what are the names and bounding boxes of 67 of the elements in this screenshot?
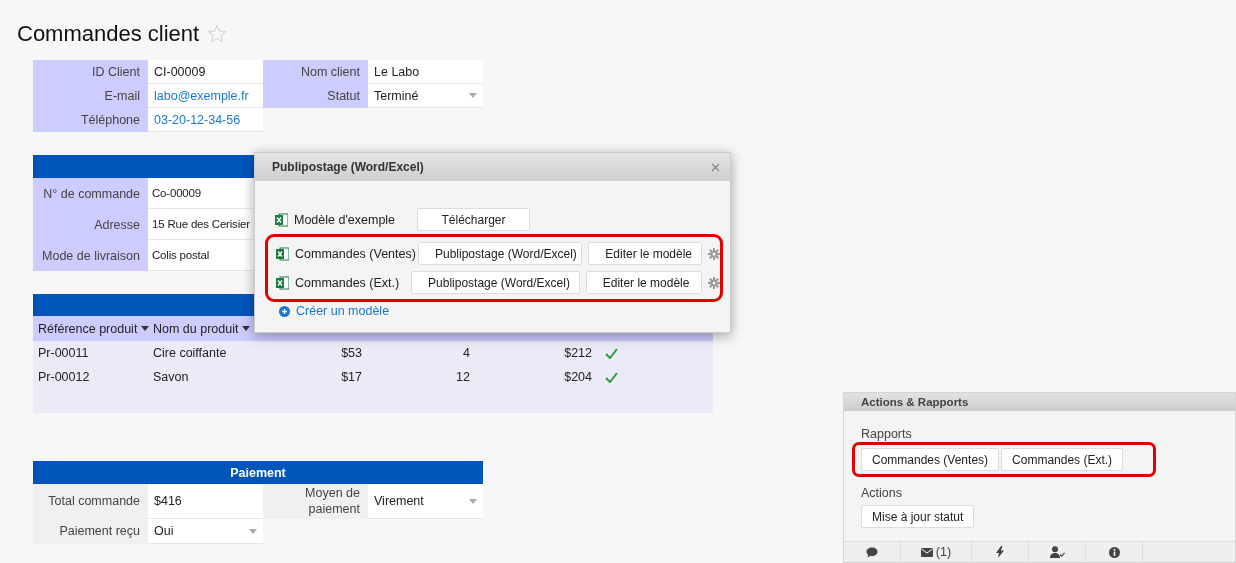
info-icon [1108,546,1120,558]
report-button[interactable]: Mise à jour statut [861,505,975,529]
panel-title: Actions & Rapports [844,393,1235,412]
section-label: Actions [861,486,902,501]
caret-icon [141,326,150,331]
dialog-title: Publipostage (Word/Excel) [272,160,424,174]
gear-icon[interactable] [708,247,720,260]
spreadsheet-icon [276,275,289,290]
table-cell-text: 4 [462,345,471,362]
report-button[interactable]: Commandes (Ventes) [861,448,1000,472]
caret-icon [469,93,477,98]
template-button[interactable]: Publipostage (Word/Excel) [418,242,583,265]
field-label: Paiement reçu [33,519,148,544]
table-cell-text: $53 [340,345,363,362]
table-cell-text: Cire coiffante [152,345,228,362]
plus-icon [279,305,290,317]
create-template-link[interactable]: Créer un modèle [296,304,390,318]
spreadsheet-icon [275,212,288,227]
table-cell-text: Pr-00012 [37,369,91,386]
field-label: Mode de livraison [33,240,148,271]
field-label: Statut [263,84,368,108]
column-header[interactable]: Nom du produit [148,316,255,341]
spreadsheet-icon [276,246,289,261]
template-button[interactable]: Télécharger [417,208,530,231]
select-field[interactable]: Terminé [368,84,483,108]
template-button[interactable]: Editer le modèle [585,271,702,294]
template-button[interactable]: Editer le modèle [588,242,702,265]
gear-icon[interactable] [708,276,720,289]
table-cell-text: $204 [563,369,593,386]
template-name: Commandes (Ventes) [295,246,416,261]
column-header[interactable]: Référence produit [33,316,148,341]
field-value: $416 [148,484,263,519]
template-name: Modèle d'exemple [294,212,396,227]
field-label: Téléphone [33,108,148,132]
report-button[interactable]: Commandes (Ext.) [1001,448,1124,472]
comment-icon [866,546,878,558]
field-value: Le Labo [368,60,483,84]
field-label: Total commande [33,484,148,519]
footer-tab[interactable]: (1) [901,542,972,562]
select-field[interactable]: Oui [148,519,263,544]
caret-icon [469,498,477,504]
mail-icon [920,547,933,557]
field-label: E-mail [33,84,148,108]
template-button[interactable]: Publipostage (Word/Excel) [411,271,580,294]
close-icon[interactable] [711,162,720,172]
caret-icon [249,528,257,534]
table-cell-text: $17 [340,369,363,386]
field-link[interactable]: 03-20-12-34-56 [148,108,263,132]
field-label: Adresse [33,209,148,240]
lightning-icon [996,546,1004,559]
table-cell-text: Savon [152,369,190,386]
field-label: N° de commande [33,178,148,209]
page-title: Commandes client [17,21,200,47]
field-label: ID Client [33,60,148,84]
section-header: Paiement [33,461,483,484]
field-label: Moyen de paiement [263,484,368,519]
template-name: Commandes (Ext.) [295,275,400,290]
table-cell-text: 12 [455,369,471,386]
user-check-icon [1049,546,1065,559]
caret-icon [242,326,251,331]
table-cell-text: Pr-00011 [37,345,90,362]
field-label: Nom client [263,60,368,84]
table-cell-text: $212 [563,345,593,362]
field-link[interactable]: labo@exemple.fr [148,84,263,108]
section-label: Rapports [861,427,912,442]
field-value: CI-00009 [148,60,263,84]
select-field[interactable]: Virement [368,484,483,519]
